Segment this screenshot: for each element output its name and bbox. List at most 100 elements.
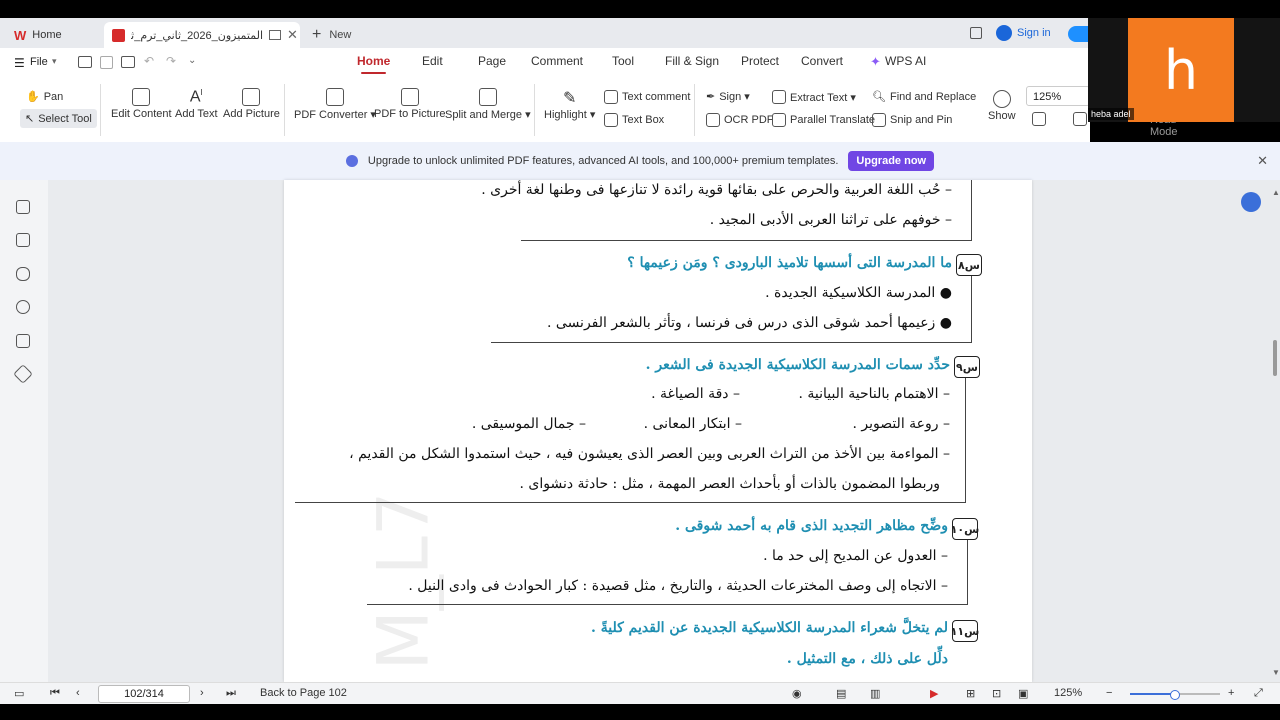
sign-label: Sign ▾: [719, 91, 750, 103]
tab-document-title: المتميزون_2026_ثاني_ترم_ثانوي: [131, 29, 263, 42]
more-icon[interactable]: ⌄: [188, 55, 196, 66]
text-comment-icon: [604, 90, 618, 104]
fit-page-icon[interactable]: ⊡: [992, 687, 1001, 700]
pdf-page: M_L7 – حُب اللغة العربية والحرص على بقائ…: [284, 180, 1032, 682]
tab-document[interactable]: المتميزون_2026_ثاني_ترم_ثانوي ✕: [104, 22, 300, 48]
user-icon[interactable]: [996, 25, 1012, 41]
menu-home[interactable]: Home: [357, 54, 390, 74]
find-replace-button[interactable]: 🔍︎ Find and Replace: [872, 90, 977, 104]
prev-page-icon[interactable]: ‹: [76, 687, 80, 699]
save-icon[interactable]: [100, 56, 113, 69]
pan-tool[interactable]: ✋ Pan: [26, 90, 63, 104]
snip-pin-label: Snip and Pin: [890, 114, 953, 126]
full-screen-icon[interactable]: ▣: [1018, 687, 1028, 700]
pdf-converter-button[interactable]: PDF Converter ▾: [294, 88, 376, 121]
zoom-out-icon[interactable]: −: [1106, 687, 1112, 699]
edit-content-button[interactable]: Edit Content: [111, 88, 172, 120]
undo-icon[interactable]: ↶: [144, 54, 154, 68]
expand-icon[interactable]: ⤢: [1254, 687, 1263, 700]
upgrade-now-button[interactable]: Upgrade now: [848, 151, 935, 171]
next-page-icon[interactable]: ›: [200, 687, 204, 699]
question-text: وضِّح مظاهر التجديد الذى قام به أحمد شوق…: [675, 518, 948, 534]
window-restore-icon[interactable]: [970, 27, 982, 39]
menu-convert[interactable]: Convert: [801, 54, 843, 68]
cloud-button[interactable]: [1068, 26, 1090, 42]
picture-icon: [242, 88, 261, 106]
tab-home-label: Home: [32, 29, 62, 41]
play-icon[interactable]: ▶: [930, 687, 938, 700]
scroll-up-icon[interactable]: ▲: [1272, 188, 1280, 197]
zoom-in-icon[interactable]: +: [1228, 687, 1234, 699]
extract-text-icon: [772, 90, 786, 104]
menu-fill-sign[interactable]: Fill & Sign: [665, 54, 719, 68]
back-to-page-link[interactable]: Back to Page 102: [260, 687, 347, 699]
first-page-icon[interactable]: ⏮: [50, 687, 60, 700]
parallel-translate-button[interactable]: Parallel Translate: [772, 113, 875, 127]
answer-bracket: [295, 378, 966, 503]
last-page-icon[interactable]: ⏭: [226, 687, 236, 700]
bookmark-icon[interactable]: [16, 200, 30, 214]
find-replace-label: Find and Replace: [889, 90, 977, 103]
open-folder-icon[interactable]: [78, 56, 92, 68]
highlight-button[interactable]: ✎ Highlight ▾: [544, 88, 595, 121]
attachment-icon[interactable]: [16, 300, 30, 314]
file-menu[interactable]: File: [30, 56, 48, 68]
new-tab-button[interactable]: + New: [312, 26, 351, 44]
video-call-tile: h heba adel: [1088, 18, 1280, 122]
zoom-slider[interactable]: [1130, 690, 1220, 700]
thumbnail-icon[interactable]: [16, 233, 30, 247]
scroll-thumb[interactable]: [1273, 340, 1277, 376]
crop-icon[interactable]: [1073, 112, 1088, 126]
single-page-icon[interactable]: ▤: [836, 687, 846, 700]
pdf-to-picture-button[interactable]: PDF to Picture: [374, 88, 446, 120]
vertical-scrollbar[interactable]: ▲ ▼: [1270, 180, 1280, 682]
question-text: ما المدرسة التى أسسها تلاميذ البارودى ؟ …: [627, 255, 952, 271]
menu-tool[interactable]: Tool: [612, 54, 634, 68]
fit-width-icon[interactable]: ⊞: [966, 687, 975, 700]
sign-button[interactable]: ✒ Sign ▾: [706, 90, 750, 103]
wps-logo-icon: W: [14, 27, 27, 43]
monitor-icon[interactable]: [269, 30, 281, 40]
page-fit-icon[interactable]: [1032, 112, 1046, 126]
redo-icon[interactable]: ↷: [166, 54, 176, 68]
select-tool[interactable]: ↖ Select Tool: [20, 109, 97, 128]
zoom-select-value: 125%: [1033, 91, 1062, 103]
text-comment-button[interactable]: Text comment: [604, 90, 690, 104]
add-picture-button[interactable]: Add Picture: [223, 88, 280, 120]
zoom-select[interactable]: 125%: [1026, 86, 1090, 106]
sidebar-toggle-icon[interactable]: ▭: [14, 687, 24, 700]
hamburger-icon[interactable]: ☰: [14, 56, 25, 70]
close-banner-icon[interactable]: ✕: [1257, 153, 1268, 169]
scroll-down-icon[interactable]: ▼: [1272, 668, 1280, 677]
continuous-icon[interactable]: ▥: [870, 687, 880, 700]
menu-wps-ai[interactable]: WPS AI: [885, 54, 926, 68]
text-box-button[interactable]: Text Box: [604, 113, 664, 127]
pdf-to-picture-label: PDF to Picture: [374, 108, 446, 120]
menu-page[interactable]: Page: [478, 54, 506, 68]
comment-icon[interactable]: [16, 267, 30, 281]
ai-assistant-icon[interactable]: [1241, 192, 1261, 212]
zoom-value[interactable]: 125%: [1054, 687, 1082, 699]
signature-icon[interactable]: [16, 334, 30, 348]
layers-icon[interactable]: [13, 364, 33, 384]
ocr-button[interactable]: OCR PDF: [706, 113, 774, 127]
split-merge-icon: [478, 88, 497, 106]
print-icon[interactable]: [121, 56, 135, 68]
add-picture-label: Add Picture: [223, 108, 280, 120]
page-number-input[interactable]: 102/314: [98, 685, 190, 703]
extract-text-button[interactable]: Extract Text ▾: [772, 90, 856, 104]
snip-pin-button[interactable]: Snip and Pin: [872, 113, 952, 127]
eye-icon[interactable]: ◉: [792, 687, 802, 700]
menu-protect[interactable]: Protect: [741, 54, 779, 68]
close-tab-icon[interactable]: ✕: [287, 27, 298, 43]
split-merge-button[interactable]: Split and Merge ▾: [445, 88, 531, 121]
menu-edit[interactable]: Edit: [422, 54, 443, 68]
show-button[interactable]: Show: [988, 90, 1016, 122]
menu-comment[interactable]: Comment: [531, 54, 583, 68]
pdf-to-picture-icon: [400, 88, 419, 106]
tab-home[interactable]: W Home: [6, 22, 106, 48]
sign-in-link[interactable]: Sign in: [1017, 27, 1051, 39]
zoom-slider-handle[interactable]: [1170, 690, 1180, 700]
pen-icon: ✒: [706, 91, 716, 103]
add-text-button[interactable]: AI Add Text: [175, 88, 218, 120]
